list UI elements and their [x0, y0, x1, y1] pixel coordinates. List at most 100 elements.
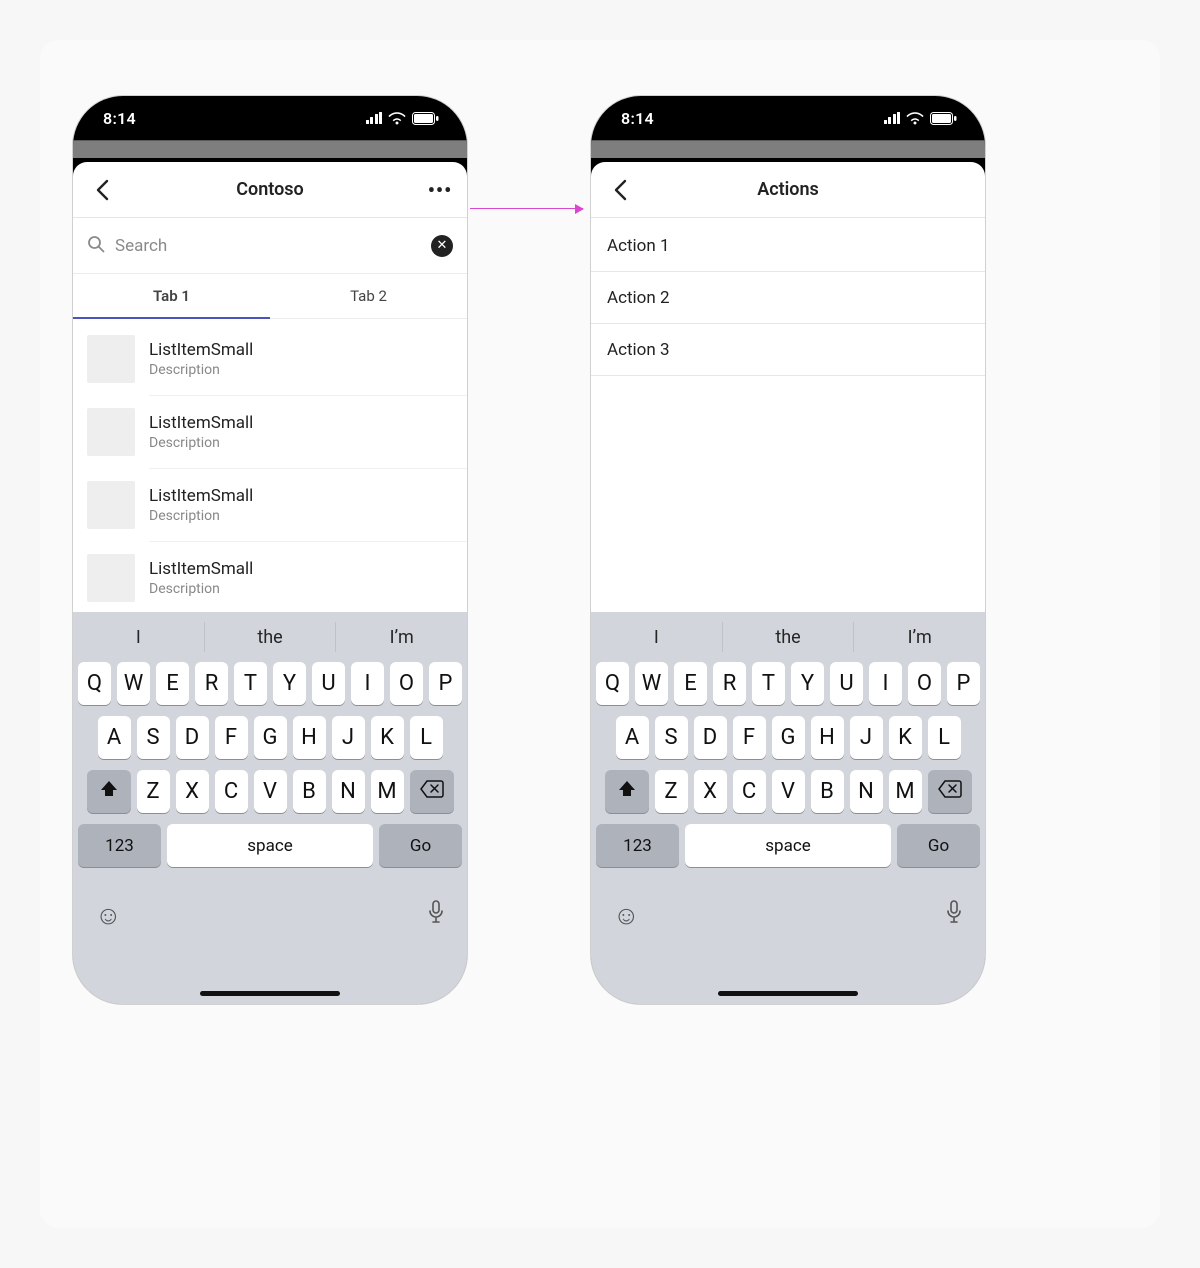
key-x[interactable]: X	[694, 770, 727, 813]
key-a[interactable]: A	[98, 716, 131, 759]
key-b[interactable]: B	[811, 770, 844, 813]
key-i[interactable]: I	[869, 662, 902, 705]
key-y[interactable]: Y	[273, 662, 306, 705]
key-x[interactable]: X	[176, 770, 209, 813]
back-button[interactable]	[605, 162, 635, 217]
key-g[interactable]: G	[772, 716, 805, 759]
key-e[interactable]: E	[156, 662, 189, 705]
key-e[interactable]: E	[674, 662, 707, 705]
key-t[interactable]: T	[234, 662, 267, 705]
action-item[interactable]: Action 1	[591, 220, 985, 272]
key-f[interactable]: F	[215, 716, 248, 759]
key-z[interactable]: Z	[655, 770, 688, 813]
dictation-button[interactable]	[427, 900, 445, 931]
key-o[interactable]: O	[390, 662, 423, 705]
key-backspace[interactable]	[928, 770, 972, 813]
key-p[interactable]: P	[947, 662, 980, 705]
key-backspace[interactable]	[410, 770, 454, 813]
key-h[interactable]: H	[811, 716, 844, 759]
clear-search-button[interactable]: ✕	[431, 235, 453, 257]
back-button[interactable]	[87, 162, 117, 217]
key-shift[interactable]	[87, 770, 131, 813]
key-go[interactable]: Go	[897, 824, 980, 867]
list-item-texts: ListItemSmall Description	[149, 340, 253, 378]
key-w[interactable]: W	[635, 662, 668, 705]
list-item[interactable]: ListItemSmall Description	[73, 323, 467, 395]
key-g[interactable]: G	[254, 716, 287, 759]
key-n[interactable]: N	[850, 770, 883, 813]
key-l[interactable]: L	[928, 716, 961, 759]
key-c[interactable]: C	[215, 770, 248, 813]
background-dim	[591, 140, 985, 158]
suggestion[interactable]: I	[73, 627, 204, 648]
key-t[interactable]: T	[752, 662, 785, 705]
key-space[interactable]: space	[685, 824, 891, 867]
key-go[interactable]: Go	[379, 824, 462, 867]
key-j[interactable]: J	[850, 716, 883, 759]
list-item-desc: Description	[149, 508, 253, 524]
key-j[interactable]: J	[332, 716, 365, 759]
suggestion[interactable]: I’m	[853, 622, 985, 652]
key-d[interactable]: D	[176, 716, 209, 759]
tab-1[interactable]: Tab 1	[73, 274, 270, 318]
key-f[interactable]: F	[733, 716, 766, 759]
key-shift[interactable]	[605, 770, 649, 813]
key-numbers[interactable]: 123	[596, 824, 679, 867]
key-l[interactable]: L	[410, 716, 443, 759]
home-indicator[interactable]	[200, 991, 340, 996]
tab-2[interactable]: Tab 2	[270, 274, 467, 318]
tab-label: Tab 2	[350, 287, 387, 305]
action-item[interactable]: Action 2	[591, 272, 985, 324]
dictation-button[interactable]	[945, 900, 963, 931]
key-k[interactable]: K	[889, 716, 922, 759]
action-item[interactable]: Action 3	[591, 324, 985, 376]
modal-sheet: Actions Action 1 Action 2 Action 3 I the…	[591, 162, 985, 1004]
suggestion[interactable]: I	[591, 627, 722, 648]
list-item[interactable]: ListItemSmall Description	[73, 469, 467, 541]
list-item-desc: Description	[149, 435, 253, 451]
key-u[interactable]: U	[830, 662, 863, 705]
key-u[interactable]: U	[312, 662, 345, 705]
key-s[interactable]: S	[137, 716, 170, 759]
key-m[interactable]: M	[889, 770, 922, 813]
key-numbers[interactable]: 123	[78, 824, 161, 867]
key-q[interactable]: Q	[78, 662, 111, 705]
battery-icon	[930, 112, 957, 125]
home-indicator[interactable]	[718, 991, 858, 996]
emoji-button[interactable]: ☺	[95, 900, 122, 931]
list-item[interactable]: ListItemSmall Description	[73, 396, 467, 468]
key-h[interactable]: H	[293, 716, 326, 759]
key-d[interactable]: D	[694, 716, 727, 759]
key-i[interactable]: I	[351, 662, 384, 705]
more-button[interactable]: •••	[423, 162, 457, 217]
key-m[interactable]: M	[371, 770, 404, 813]
search-input[interactable]	[115, 236, 421, 256]
list-item[interactable]: ListItemSmall Description	[73, 542, 467, 614]
suggestion[interactable]: the	[722, 622, 854, 652]
modal-sheet: Contoso ••• ✕ Tab 1 Tab 2	[73, 162, 467, 1004]
key-q[interactable]: Q	[596, 662, 629, 705]
key-w[interactable]: W	[117, 662, 150, 705]
emoji-button[interactable]: ☺	[613, 900, 640, 931]
suggestion[interactable]: the	[204, 622, 336, 652]
key-o[interactable]: O	[908, 662, 941, 705]
key-p[interactable]: P	[429, 662, 462, 705]
key-k[interactable]: K	[371, 716, 404, 759]
key-s[interactable]: S	[655, 716, 688, 759]
key-space[interactable]: space	[167, 824, 373, 867]
suggestion[interactable]: I’m	[335, 622, 467, 652]
wifi-icon	[906, 112, 924, 125]
key-b[interactable]: B	[293, 770, 326, 813]
key-c[interactable]: C	[733, 770, 766, 813]
key-v[interactable]: V	[254, 770, 287, 813]
cellular-signal-icon	[366, 112, 383, 124]
key-y[interactable]: Y	[791, 662, 824, 705]
list-item-desc: Description	[149, 581, 253, 597]
key-v[interactable]: V	[772, 770, 805, 813]
key-a[interactable]: A	[616, 716, 649, 759]
key-z[interactable]: Z	[137, 770, 170, 813]
key-n[interactable]: N	[332, 770, 365, 813]
status-bar: 8:14	[73, 96, 467, 140]
key-r[interactable]: R	[713, 662, 746, 705]
key-r[interactable]: R	[195, 662, 228, 705]
